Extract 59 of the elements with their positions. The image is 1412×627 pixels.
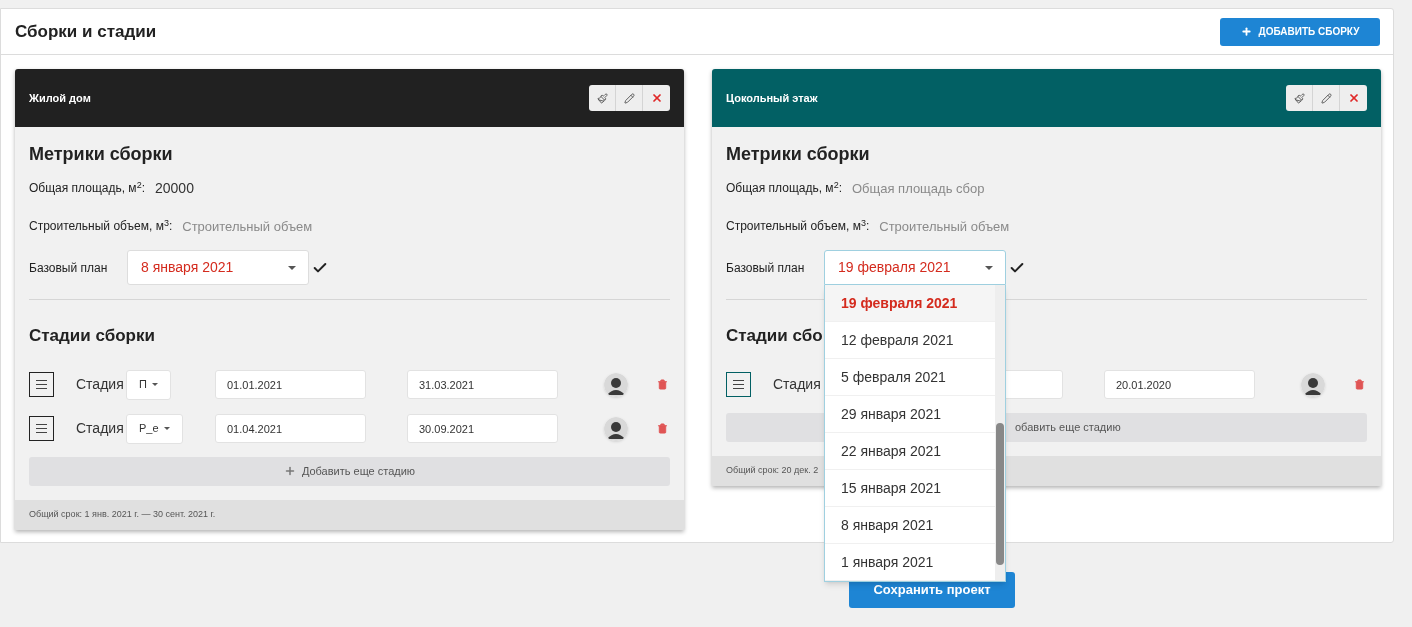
pencil-icon — [1320, 92, 1332, 104]
stage-label: Стадия — [76, 419, 125, 438]
stage-type-select[interactable]: Р_е — [126, 413, 183, 444]
date-select[interactable]: 19 февраля 2021 — [824, 250, 1006, 285]
date-input[interactable]: 20.01.2020 — [1104, 370, 1255, 399]
date-input[interactable]: 31.03.2021 — [407, 370, 558, 399]
avatar — [604, 372, 628, 397]
close-icon — [650, 92, 663, 104]
menu-icon — [36, 380, 47, 389]
card-title: Цокольный этаж — [726, 90, 818, 106]
drag-handle[interactable] — [29, 416, 54, 441]
scrollbar[interactable] — [995, 285, 1005, 581]
caret-icon — [163, 427, 170, 430]
trash-icon — [657, 379, 668, 390]
section-title: Стадии сбо — [726, 325, 823, 347]
field-label: Общая площадь, м$^{2}$: — [29, 179, 145, 197]
add-stage-button[interactable]: Добавить еще стадию — [29, 456, 670, 486]
input-field[interactable]: Общая площадь сбор — [852, 177, 992, 199]
date-select[interactable]: 8 января 2021 — [127, 250, 309, 285]
section-title: Стадии сборки — [29, 325, 155, 347]
plus-icon — [1240, 26, 1252, 37]
field-label: Базовый план — [726, 259, 806, 277]
caret-icon — [288, 265, 296, 270]
stage-type-select[interactable]: П — [126, 369, 171, 400]
field-label: Строительный объем, м$^{3}$: — [726, 217, 870, 235]
caret-icon — [985, 265, 993, 270]
plus-icon — [283, 465, 296, 477]
card-title: Жилой дом — [29, 90, 91, 106]
trash-icon — [657, 423, 668, 434]
menu-icon — [733, 380, 744, 389]
input-field[interactable]: 20000 — [155, 177, 295, 199]
close-icon — [1347, 92, 1360, 104]
input-field[interactable]: Строительный объем — [182, 215, 323, 237]
stage-label: Стадия — [773, 375, 822, 394]
add-build-button[interactable]: ДОБАВИТЬ СБОРКУ — [1220, 17, 1380, 46]
date-input[interactable]: 30.09.2021 — [407, 414, 558, 443]
paintbrush-icon — [596, 92, 608, 104]
dropdown-option[interactable]: 19 февраля 2021 — [825, 285, 995, 322]
page-title: Сборки и стадии — [15, 20, 157, 43]
total-duration: Общий срок: 20 дек. 2 — [726, 463, 819, 477]
section-title: Метрики сборки — [29, 143, 174, 166]
drag-handle[interactable] — [29, 372, 54, 397]
stage-label: Стадия — [76, 375, 125, 394]
total-duration: Общий срок: 1 янв. 2021 г. — 30 сент. 2021 г. — [29, 507, 216, 521]
date-input[interactable]: 01.04.2021 — [215, 414, 366, 443]
input-field[interactable]: Строительный объем — [879, 215, 1020, 237]
trash-icon — [1354, 379, 1365, 390]
caret-icon — [151, 383, 158, 386]
date-input[interactable]: 01.01.2021 — [215, 370, 366, 399]
avatar — [604, 416, 628, 441]
drag-handle[interactable] — [726, 372, 751, 397]
avatar — [1301, 372, 1325, 397]
menu-icon — [36, 424, 47, 433]
field-label: Базовый план — [29, 259, 109, 277]
field-label: Общая площадь, м$^{2}$: — [726, 179, 842, 197]
paintbrush-icon — [1293, 92, 1305, 104]
field-label: Строительный объем, м$^{3}$: — [29, 217, 173, 235]
pencil-icon — [623, 92, 635, 104]
section-title: Метрики сборки — [726, 143, 871, 166]
